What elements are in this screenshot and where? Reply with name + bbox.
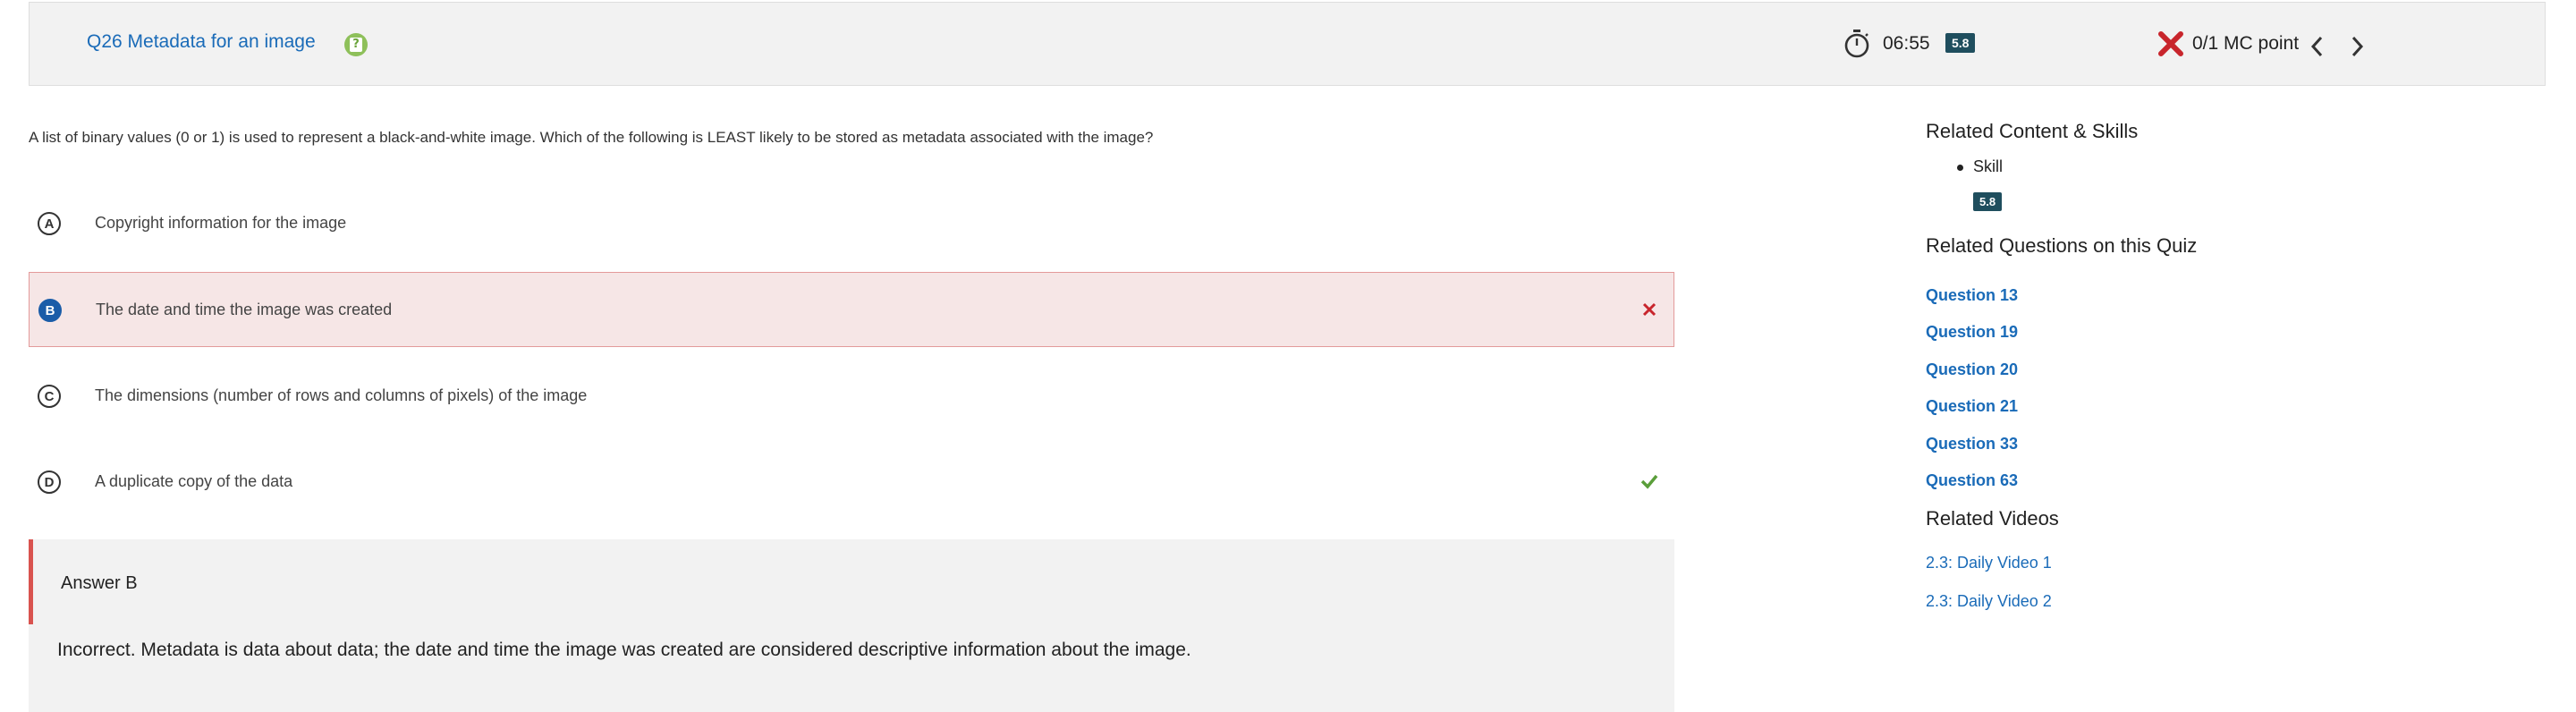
skill-badge: 5.8 xyxy=(1973,192,2003,211)
related-question-link[interactable]: Question 13 xyxy=(1926,286,2018,305)
option-letter: B xyxy=(38,299,62,322)
skill-item: Skill xyxy=(1955,157,2003,176)
answer-explanation: Incorrect. Metadata is data about data; … xyxy=(57,640,1191,660)
skill-badge: 5.8 xyxy=(1945,33,1976,53)
option-text: The date and time the image was created xyxy=(96,301,393,318)
option-text: A duplicate copy of the data xyxy=(95,472,293,490)
option-d[interactable]: D A duplicate copy of the data xyxy=(29,445,1674,520)
related-question-link[interactable]: Question 20 xyxy=(1926,360,2018,379)
related-video-link[interactable]: 2.3: Daily Video 2 xyxy=(1926,592,2052,611)
option-b[interactable]: B The date and time the image was create… xyxy=(29,272,1674,347)
help-icon[interactable]: ? xyxy=(344,33,368,56)
option-text: Copyright information for the image xyxy=(95,214,347,232)
related-question-link[interactable]: Question 33 xyxy=(1926,435,2018,453)
skill-list: Skill xyxy=(1955,157,2003,176)
x-icon xyxy=(2157,30,2184,62)
related-content-heading: Related Content & Skills xyxy=(1926,120,2139,142)
question-title[interactable]: Q26 Metadata for an image xyxy=(87,31,316,53)
timer-icon xyxy=(1843,29,1871,64)
option-letter: C xyxy=(38,385,61,408)
related-questions-heading: Related Questions on this Quiz xyxy=(1926,234,2198,257)
related-videos-heading: Related Videos xyxy=(1926,507,2059,530)
related-question-link[interactable]: Question 63 xyxy=(1926,471,2018,490)
question-header: Q26 Metadata for an image ? 06:55 5.8 0/… xyxy=(29,2,2546,86)
check-icon xyxy=(1640,473,1658,494)
chevron-right-icon[interactable] xyxy=(2348,35,2366,63)
option-text: The dimensions (number of rows and colum… xyxy=(95,386,588,404)
option-letter: A xyxy=(38,212,61,235)
timer-text: 06:55 xyxy=(1883,33,1930,54)
option-a[interactable]: A Copyright information for the image xyxy=(29,186,1674,261)
question-text: A list of binary values (0 or 1) is used… xyxy=(29,129,1154,146)
related-question-link[interactable]: Question 19 xyxy=(1926,323,2018,342)
answer-label: Answer B xyxy=(61,573,138,593)
points-text: 0/1 MC point xyxy=(2192,33,2300,54)
close-icon xyxy=(1641,301,1657,322)
option-c[interactable]: C The dimensions (number of rows and col… xyxy=(29,359,1674,434)
answer-accent-bar xyxy=(29,539,33,624)
option-letter: D xyxy=(38,470,61,494)
answer-panel: Answer B Incorrect. Metadata is data abo… xyxy=(29,539,1674,712)
chevron-left-icon[interactable] xyxy=(2309,35,2326,63)
related-question-link[interactable]: Question 21 xyxy=(1926,397,2018,416)
related-video-link[interactable]: 2.3: Daily Video 1 xyxy=(1926,554,2052,572)
